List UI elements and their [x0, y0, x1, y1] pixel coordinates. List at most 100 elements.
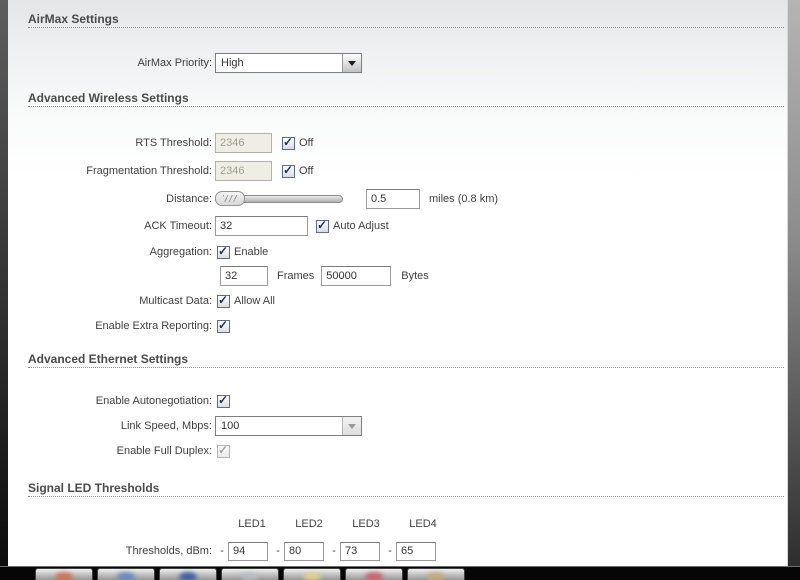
- distance-label: Distance:: [166, 192, 212, 205]
- form-row-distance: Distance: miles (0.8 km): [8, 188, 787, 209]
- checkmark-icon: [218, 393, 228, 407]
- rts-threshold-input[interactable]: [215, 133, 272, 153]
- fragmentation-off-checkbox[interactable]: [282, 163, 295, 178]
- distance-input[interactable]: [366, 188, 420, 209]
- minus-sign: -: [388, 545, 392, 557]
- aggregation-bytes-input[interactable]: [321, 266, 392, 286]
- minus-sign: -: [276, 545, 280, 557]
- section-title-signal-led: Signal LED Thresholds: [28, 481, 784, 497]
- led-header-row: LED1 LED2 LED3 LED4: [8, 518, 787, 530]
- led2-column-header: LED2: [295, 518, 323, 530]
- checkmark-icon: [283, 135, 293, 149]
- link-speed-select[interactable]: 100: [215, 416, 362, 436]
- full-duplex-checkbox: [217, 443, 230, 458]
- thresholds-dbm-label: Thresholds, dBm:: [125, 545, 212, 557]
- checkmark-icon: [317, 218, 327, 232]
- checkmark-icon: [218, 293, 228, 307]
- app-icon: [179, 572, 197, 580]
- full-duplex-label: Enable Full Duplex:: [116, 445, 212, 457]
- checkmark-icon: [283, 163, 293, 177]
- airmax-priority-select[interactable]: High: [215, 53, 362, 73]
- fragmentation-off-label: Off: [299, 165, 314, 177]
- led3-threshold-input[interactable]: [340, 541, 380, 561]
- distance-slider[interactable]: [215, 191, 343, 206]
- app-icon: [427, 572, 445, 580]
- form-row-ack-timeout: ACK Timeout: Auto Adjust: [8, 216, 787, 236]
- taskbar-button[interactable]: [221, 568, 279, 580]
- app-icon: [117, 572, 135, 580]
- section-title-advanced-wireless: Advanced Wireless Settings: [28, 91, 784, 107]
- aggregation-enable-checkbox[interactable]: [217, 244, 230, 259]
- aggregation-frames-input[interactable]: [220, 266, 268, 286]
- form-row-led-thresholds: Thresholds, dBm: - - - -: [8, 541, 787, 561]
- form-row-airmax-priority: AirMax Priority: High: [8, 52, 787, 74]
- form-row-fragmentation-threshold: Fragmentation Threshold: Off: [8, 161, 787, 181]
- extra-reporting-label: Enable Extra Reporting:: [95, 320, 212, 332]
- section-title-airmax-settings: AirMax Settings: [28, 12, 784, 28]
- link-speed-value: 100: [221, 420, 240, 432]
- frames-label: Frames: [277, 270, 315, 282]
- app-icon: [55, 572, 73, 580]
- airmax-priority-label: AirMax Priority:: [137, 57, 212, 69]
- led4-threshold-input[interactable]: [396, 541, 436, 561]
- slider-thumb[interactable]: [215, 191, 245, 206]
- taskbar: [0, 566, 800, 580]
- rts-off-checkbox[interactable]: [282, 135, 295, 150]
- fragmentation-threshold-label: Fragmentation Threshold:: [86, 165, 212, 177]
- led3-column-header: LED3: [352, 518, 380, 530]
- taskbar-button[interactable]: [345, 568, 403, 580]
- rts-threshold-label: RTS Threshold:: [135, 137, 212, 149]
- led2-threshold-input[interactable]: [284, 541, 324, 561]
- form-row-aggregation-values: Frames Bytes: [8, 266, 787, 286]
- settings-form: AirMax Settings AirMax Priority: High Ad…: [8, 0, 787, 566]
- taskbar-button[interactable]: [159, 568, 217, 580]
- ack-auto-adjust-label: Auto Adjust: [333, 220, 389, 232]
- multicast-allow-all-checkbox[interactable]: [217, 293, 230, 308]
- link-speed-label: Link Speed, Mbps:: [120, 420, 212, 432]
- led1-column-header: LED1: [238, 518, 266, 530]
- autonegotiation-checkbox[interactable]: [217, 393, 230, 408]
- led4-column-header: LED4: [409, 518, 437, 530]
- form-row-extra-reporting: Enable Extra Reporting:: [8, 319, 787, 333]
- autonegotiation-label: Enable Autonegotiation:: [95, 395, 212, 407]
- multicast-data-label: Multicast Data:: [139, 295, 212, 307]
- led1-threshold-input[interactable]: [228, 541, 268, 561]
- ack-auto-adjust-checkbox[interactable]: [316, 218, 329, 233]
- app-icon: [365, 572, 383, 580]
- chevron-down-icon: [342, 417, 361, 435]
- form-row-link-speed: Link Speed, Mbps: 100: [8, 416, 787, 436]
- taskbar-button[interactable]: [35, 568, 93, 580]
- app-icon: [241, 572, 259, 580]
- ack-timeout-input[interactable]: [215, 216, 308, 236]
- form-row-full-duplex: Enable Full Duplex:: [8, 444, 787, 458]
- checkmark-icon: [218, 318, 228, 332]
- checkmark-icon: [218, 244, 228, 258]
- bytes-label: Bytes: [401, 270, 429, 282]
- fragmentation-threshold-input[interactable]: [215, 161, 272, 181]
- minus-sign: -: [332, 545, 336, 557]
- aggregation-label: Aggregation:: [149, 246, 212, 258]
- section-title-advanced-ethernet: Advanced Ethernet Settings: [28, 352, 784, 368]
- grip-icon: [223, 195, 237, 202]
- form-row-multicast-data: Multicast Data: Allow All: [8, 294, 787, 308]
- distance-unit-label: miles (0.8 km): [429, 192, 499, 205]
- multicast-allow-all-label: Allow All: [234, 295, 275, 307]
- taskbar-button[interactable]: [283, 568, 341, 580]
- form-row-autonegotiation: Enable Autonegotiation:: [8, 394, 787, 408]
- aggregation-enable-label: Enable: [234, 246, 269, 258]
- ack-timeout-label: ACK Timeout:: [144, 220, 212, 232]
- rts-off-label: Off: [299, 137, 314, 149]
- taskbar-button[interactable]: [97, 568, 155, 580]
- form-row-aggregation: Aggregation: Enable: [8, 245, 787, 259]
- form-row-rts-threshold: RTS Threshold: Off: [8, 133, 787, 153]
- checkmark-icon: [218, 443, 228, 457]
- app-icon: [303, 572, 321, 580]
- chevron-down-icon[interactable]: [342, 54, 361, 72]
- right-edge-scroll-area[interactable]: [787, 0, 800, 580]
- airos-advanced-settings-page: AirMax Settings AirMax Priority: High Ad…: [0, 0, 800, 580]
- taskbar-button[interactable]: [407, 568, 465, 580]
- extra-reporting-checkbox[interactable]: [217, 318, 230, 333]
- airmax-priority-value: High: [221, 57, 244, 69]
- left-edge: [0, 0, 8, 580]
- minus-sign: -: [220, 545, 224, 557]
